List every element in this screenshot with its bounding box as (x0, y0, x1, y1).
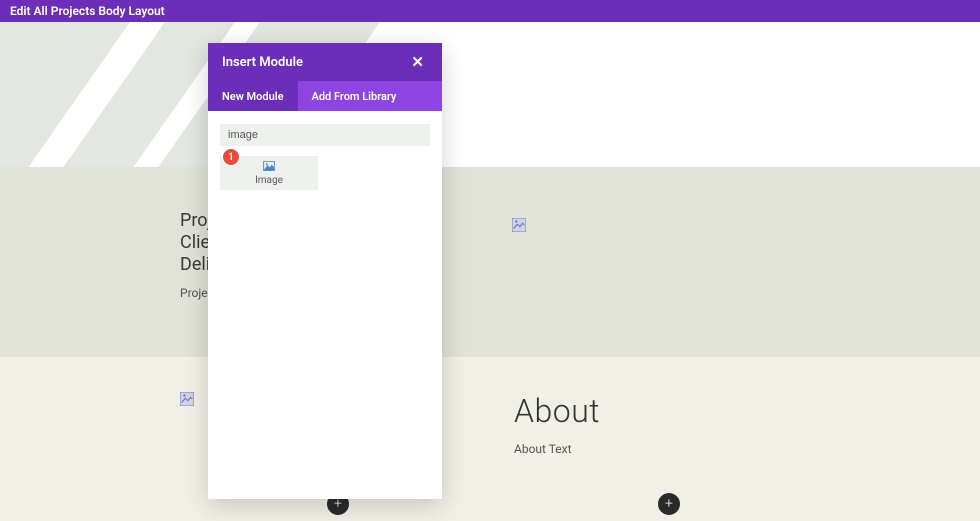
top-bar: Edit All Projects Body Layout (0, 0, 980, 22)
top-bar-title: Edit All Projects Body Layout (10, 4, 165, 18)
image-icon (263, 161, 275, 174)
about-title: About (514, 392, 600, 430)
about-block: About About Text (514, 392, 600, 456)
plus-icon: + (665, 496, 673, 512)
hero-diagonal-background (0, 22, 980, 167)
insert-module-modal: Insert Module ✕ New Module Add From Libr… (208, 43, 442, 499)
broken-image-icon (180, 392, 194, 406)
about-subtitle: About Text (514, 442, 600, 456)
modal-tabs: New Module Add From Library (208, 81, 442, 111)
broken-image-icon (512, 218, 526, 232)
module-grid: Image (220, 156, 430, 190)
module-label: Image (255, 175, 283, 186)
modal-body: Image (208, 111, 442, 499)
add-module-button[interactable]: + (658, 493, 680, 515)
step-number: 1 (228, 152, 234, 163)
modal-title: Insert Module (222, 55, 303, 70)
step-badge: 1 (222, 148, 240, 166)
about-section-background (0, 357, 980, 521)
search-input[interactable] (220, 124, 430, 146)
close-icon[interactable]: ✕ (407, 53, 428, 72)
tab-add-from-library[interactable]: Add From Library (298, 81, 411, 111)
tab-new-module[interactable]: New Module (208, 81, 298, 111)
project-section-background (0, 167, 980, 357)
modal-header: Insert Module ✕ (208, 43, 442, 81)
